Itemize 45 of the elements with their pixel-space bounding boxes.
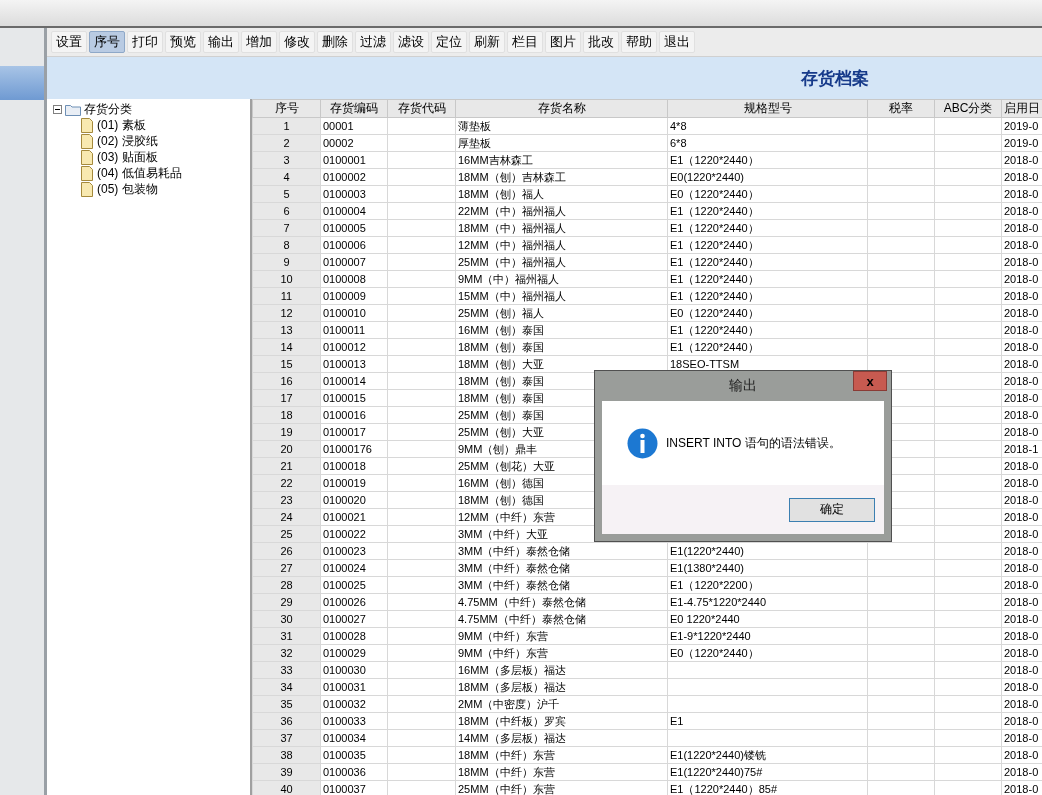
column-header[interactable]: 序号: [252, 99, 321, 118]
document-icon: [81, 133, 93, 149]
document-icon: [81, 117, 93, 133]
minus-icon[interactable]: [53, 104, 62, 114]
toolbar-button[interactable]: 帮助: [621, 31, 657, 53]
toolbar-button[interactable]: 增加: [241, 31, 277, 53]
column-header[interactable]: 税率: [867, 99, 935, 118]
tree-item[interactable]: (05) 包装物: [97, 180, 158, 198]
toolbar-button[interactable]: 输出: [203, 31, 239, 53]
toolbar-button[interactable]: 刷新: [469, 31, 505, 53]
folder-icon: [65, 102, 81, 116]
tree-item[interactable]: (04) 低值易耗品: [97, 164, 182, 182]
close-button[interactable]: x: [853, 371, 887, 391]
column-header[interactable]: 存货名称: [455, 99, 668, 118]
document-icon: [81, 165, 93, 181]
toolbar-button[interactable]: 图片: [545, 31, 581, 53]
page-title: 存货档案: [800, 67, 869, 90]
tree-item[interactable]: (01) 素板: [97, 116, 146, 134]
info-icon: [627, 427, 658, 459]
column-header[interactable]: ABC分类: [934, 99, 1002, 118]
toolbar-button[interactable]: 滤设: [393, 31, 429, 53]
column-header[interactable]: 规格型号: [667, 99, 868, 118]
sidebar-bar: [0, 66, 44, 100]
toolbar-button[interactable]: 栏目: [507, 31, 543, 53]
error-message: INSERT INTO 语句的语法错误。: [666, 434, 841, 452]
document-icon: [81, 149, 93, 165]
dialog-title: 输出: [729, 377, 757, 395]
column-header[interactable]: 存货代码: [387, 99, 456, 118]
column-header[interactable]: 存货编码: [320, 99, 388, 118]
toolbar-button[interactable]: 修改: [279, 31, 315, 53]
column-header[interactable]: 启用日: [1001, 99, 1042, 118]
toolbar-button[interactable]: 打印: [127, 31, 163, 53]
toolbar-button[interactable]: 删除: [317, 31, 353, 53]
toolbar-button[interactable]: 退出: [659, 31, 695, 53]
document-icon: [81, 181, 93, 197]
toolbar-button[interactable]: 定位: [431, 31, 467, 53]
toolbar-button[interactable]: 设置: [51, 31, 87, 53]
ok-button[interactable]: 确定: [789, 497, 875, 522]
tree-item[interactable]: (02) 浸胶纸: [97, 132, 158, 150]
toolbar-button[interactable]: 预览: [165, 31, 201, 53]
toolbar-button[interactable]: 序号: [89, 31, 125, 53]
tree-item[interactable]: (03) 贴面板: [97, 148, 158, 166]
toolbar-button[interactable]: 过滤: [355, 31, 391, 53]
toolbar-button[interactable]: 批改: [583, 31, 619, 53]
tree-item[interactable]: 存货分类: [84, 100, 132, 118]
